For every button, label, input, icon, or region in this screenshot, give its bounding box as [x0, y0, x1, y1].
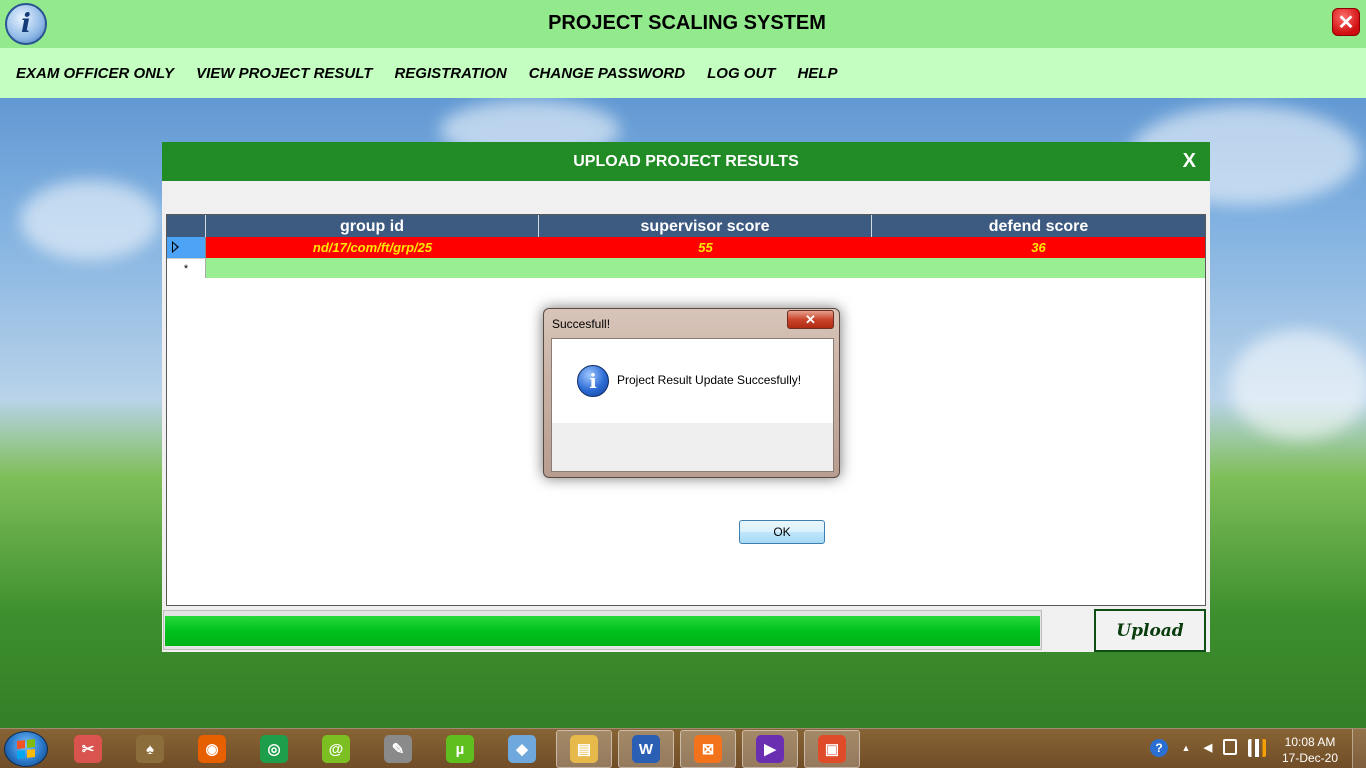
new-row-marker: *	[167, 258, 206, 278]
dialog-header: UPLOAD PROJECT RESULTS X	[162, 142, 1210, 181]
cube-app-icon: ◆	[508, 735, 536, 763]
success-message-box: Succesfull! ✕ i Project Result Update Su…	[543, 308, 840, 544]
clock-time: 10:08 AM	[1284, 735, 1336, 749]
dialog-close-button[interactable]: X	[1183, 150, 1196, 173]
dialog-title: UPLOAD PROJECT RESULTS	[573, 153, 799, 170]
xampp-icon: ⊠	[694, 735, 722, 763]
network-signal-icon[interactable]	[1248, 739, 1266, 757]
table-row[interactable]: nd/17/com/ft/grp/25 55 36	[167, 237, 1205, 258]
message-box-body: i Project Result Update Succesfully! OK	[551, 338, 834, 544]
column-header-supervisor-score[interactable]: supervisor score	[539, 215, 872, 237]
menu-view-project-result[interactable]: VIEW PROJECT RESULT	[196, 65, 372, 82]
taskbar-app-button[interactable]: ▣	[804, 730, 860, 768]
upload-progress-bar	[163, 610, 1042, 650]
app-title: PROJECT SCALING SYSTEM	[548, 12, 826, 34]
taskbar-app-button[interactable]: ◎	[246, 730, 302, 768]
ok-button[interactable]: OK	[739, 520, 825, 544]
new-row[interactable]: *	[167, 258, 1205, 278]
menu-help[interactable]: HELP	[797, 65, 837, 82]
current-row-arrow-icon	[172, 241, 179, 253]
volume-icon[interactable]: ◀	[1199, 739, 1217, 757]
menu-exam-officer-only[interactable]: EXAM OFFICER ONLY	[16, 65, 174, 82]
taskbar-app-button[interactable]: ⊠	[680, 730, 736, 768]
menu-registration[interactable]: REGISTRATION	[394, 65, 506, 82]
taskbar-app-button[interactable]: ◆	[494, 730, 550, 768]
taskbar-app-button[interactable]: W	[618, 730, 674, 768]
message-box-close-button[interactable]: ✕	[787, 310, 834, 329]
upload-button[interactable]: Upload	[1094, 609, 1206, 652]
taskbar-app-button[interactable]: ▤	[556, 730, 612, 768]
app-title-bar: i PROJECT SCALING SYSTEM ✕	[0, 0, 1366, 48]
show-desktop-button[interactable]	[1352, 729, 1366, 768]
firefox-icon: ◉	[198, 735, 226, 763]
message-text: Project Result Update Succesfully!	[617, 373, 802, 387]
chameleon-icon: @	[322, 735, 350, 763]
column-header-defend-score[interactable]: defend score	[872, 215, 1205, 237]
new-row-cells[interactable]	[206, 258, 1205, 278]
taskbar-app-button[interactable]: ◉	[184, 730, 240, 768]
file-explorer-icon: ▤	[570, 735, 598, 763]
menu-change-password[interactable]: CHANGE PASSWORD	[529, 65, 685, 82]
menu-log-out[interactable]: LOG OUT	[707, 65, 775, 82]
grid-corner-cell	[167, 215, 206, 237]
cell-group-id[interactable]: nd/17/com/ft/grp/25	[206, 237, 539, 258]
system-clock[interactable]: 10:08 AM 17-Dec-20	[1277, 734, 1343, 766]
info-icon: i	[577, 365, 609, 397]
grid-header: group id supervisor score defend score	[167, 215, 1205, 237]
taskbar-app-button[interactable]: ▶	[742, 730, 798, 768]
taskbar-app-button[interactable]: µ	[432, 730, 488, 768]
pencil-tool-icon: ✎	[384, 735, 412, 763]
word-icon: W	[632, 735, 660, 763]
taskbar-app-button[interactable]: ✂	[60, 730, 116, 768]
start-button[interactable]	[4, 731, 48, 767]
taskbar-app-button[interactable]: ♠	[122, 730, 178, 768]
taskbar-app-button[interactable]: ✎	[370, 730, 426, 768]
windows-taskbar: ✂ ♠ ◉ ◎ @ ✎ µ ◆ ▤ W ⊠ ▶ ▣ ? ▲ ◀ 10:08 AM 17-Dec-20	[0, 728, 1366, 768]
message-box-footer: OK	[552, 423, 833, 544]
main-menu-bar: EXAM OFFICER ONLY VIEW PROJECT RESULT RE…	[0, 48, 1366, 98]
tray-expand-chevron-icon[interactable]: ▲	[1177, 739, 1195, 757]
windows-logo-icon	[17, 739, 35, 759]
running-app-icon: ▣	[818, 735, 846, 763]
app-close-button[interactable]: ✕	[1332, 8, 1360, 36]
games-icon: ♠	[136, 735, 164, 763]
background-cloud	[1230, 330, 1366, 440]
chrome-icon: ◎	[260, 735, 288, 763]
background-cloud	[20, 180, 160, 260]
clock-date: 17-Dec-20	[1281, 751, 1339, 765]
column-header-group-id[interactable]: group id	[206, 215, 539, 237]
utorrent-icon: µ	[446, 735, 474, 763]
progress-fill	[165, 616, 1040, 646]
visual-studio-icon: ▶	[756, 735, 784, 763]
taskbar-app-button[interactable]: @	[308, 730, 364, 768]
cell-defend-score[interactable]: 36	[872, 237, 1205, 258]
help-tray-icon[interactable]: ?	[1150, 739, 1168, 757]
message-box-title: Succesfull!	[552, 317, 611, 331]
snipping-tool-icon: ✂	[74, 735, 102, 763]
row-selector[interactable]	[167, 237, 206, 258]
usb-device-icon[interactable]	[1223, 739, 1237, 755]
cell-supervisor-score[interactable]: 55	[539, 237, 872, 258]
